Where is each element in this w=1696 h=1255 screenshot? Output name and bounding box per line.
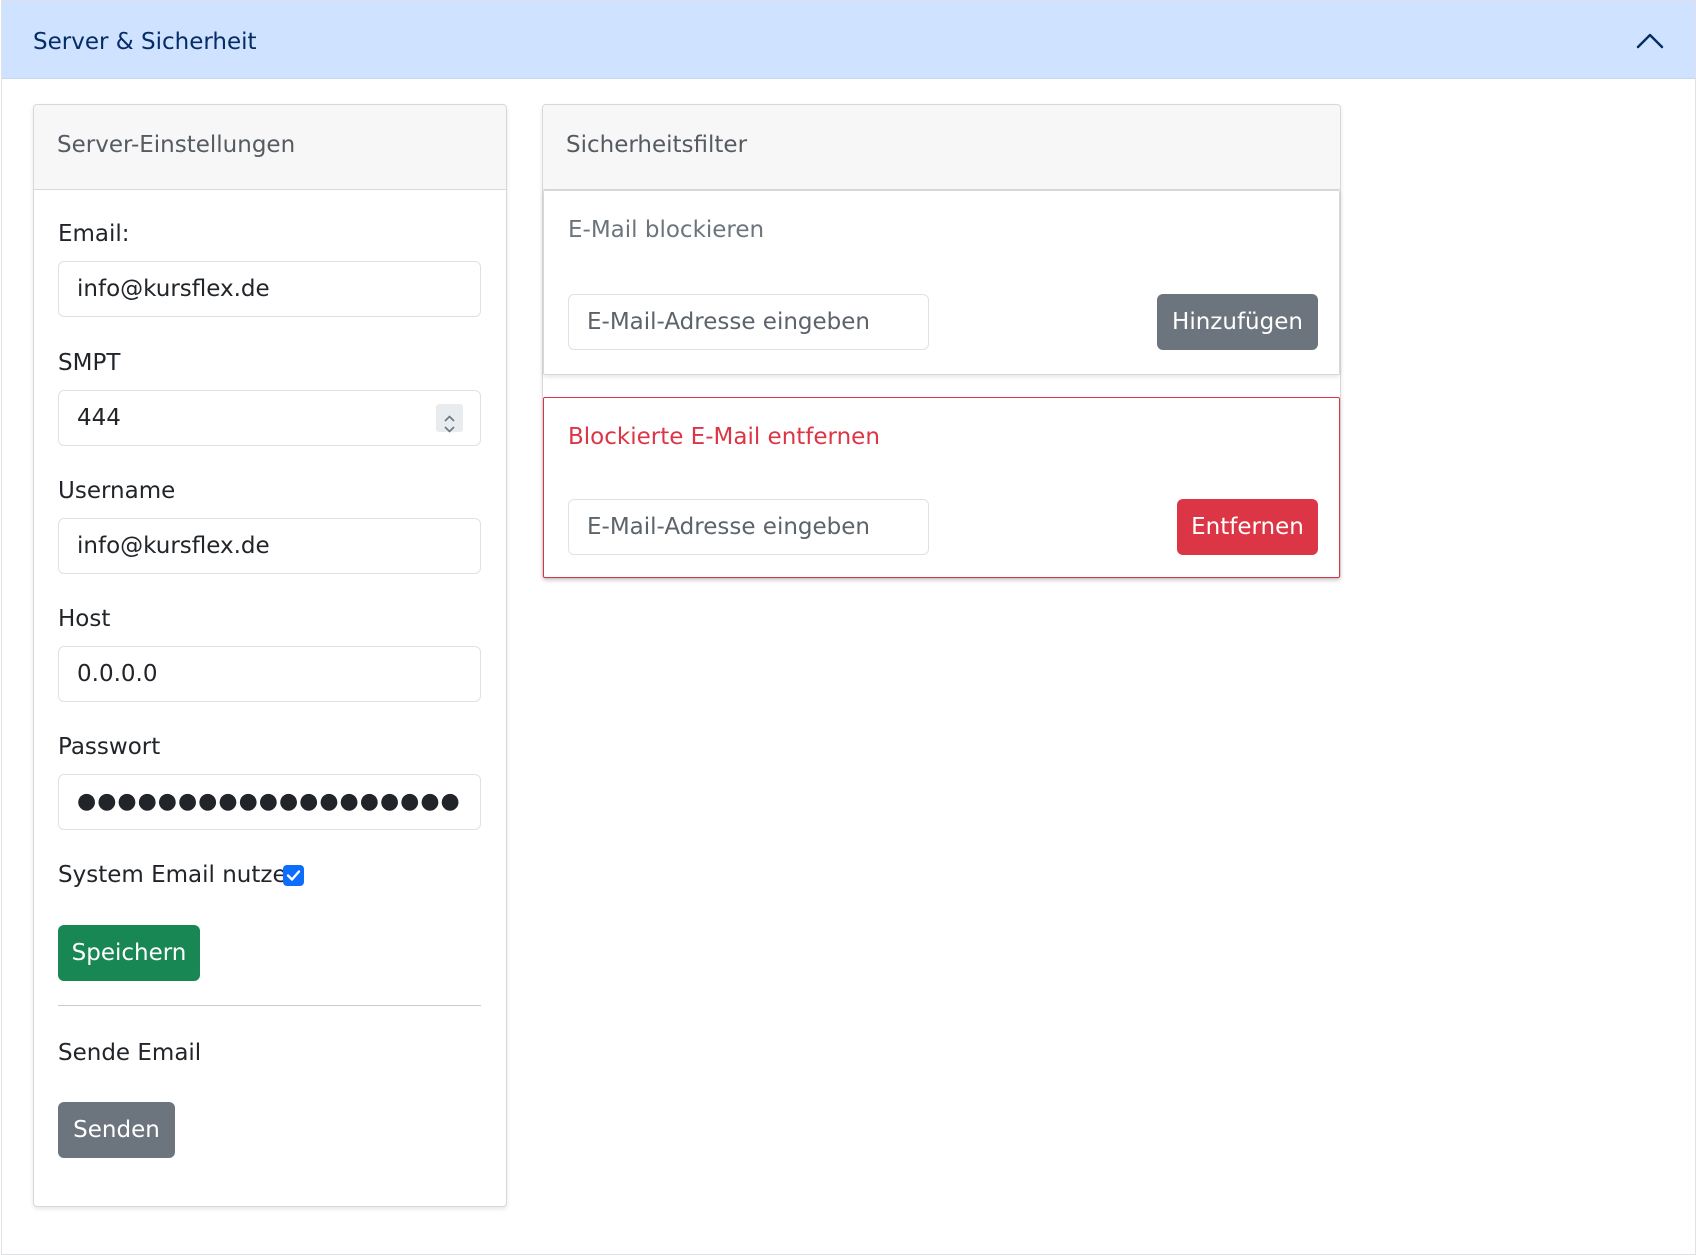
security-filter-title: Sicherheitsfilter	[566, 132, 748, 158]
email-label: Email:	[58, 221, 130, 247]
password-mask: ●●●●●●●●●●●●●●●●●●●●●●●●●●●●●●●●	[77, 789, 462, 814]
chevron-up-icon[interactable]	[1635, 27, 1665, 53]
accordion-header[interactable]: Server & Sicherheit	[2, 1, 1695, 79]
accordion-title: Server & Sicherheit	[33, 29, 257, 55]
block-email-title: E-Mail blockieren	[568, 217, 765, 243]
unblock-email-title: Blockierte E-Mail entfernen	[568, 424, 880, 450]
section-divider	[58, 1005, 481, 1006]
add-button[interactable]: Hinzufügen	[1157, 294, 1318, 350]
send-button[interactable]: Senden	[58, 1102, 175, 1158]
smpt-value: 444	[77, 405, 121, 431]
smpt-number-input[interactable]: 444	[58, 390, 481, 446]
server-security-accordion: Server & Sicherheit Server-Einstellungen…	[1, 0, 1696, 1255]
host-field[interactable]	[58, 646, 481, 702]
system-email-checkbox[interactable]	[283, 865, 304, 886]
host-label: Host	[58, 606, 111, 632]
unblock-email-card: Blockierte E-Mail entfernen Entfernen	[543, 397, 1340, 578]
server-settings-card: Server-Einstellungen Email: SMPT 444 Use…	[33, 104, 507, 1207]
checkmark-icon	[286, 870, 301, 881]
unblock-email-input[interactable]	[568, 499, 929, 555]
password-field[interactable]: ●●●●●●●●●●●●●●●●●●●●●●●●●●●●●●●●	[58, 774, 481, 830]
server-settings-title: Server-Einstellungen	[57, 132, 296, 158]
spinner-arrows-icon	[444, 415, 455, 433]
save-button[interactable]: Speichern	[58, 925, 200, 981]
server-settings-header: Server-Einstellungen	[34, 105, 506, 190]
password-label: Passwort	[58, 734, 161, 760]
username-label: Username	[58, 478, 176, 504]
block-email-card: E-Mail blockieren Hinzufügen	[543, 190, 1340, 375]
system-email-label: System Email nutzen	[58, 862, 302, 888]
number-spinner[interactable]	[436, 404, 463, 433]
security-filter-header: Sicherheitsfilter	[543, 105, 1340, 190]
username-field[interactable]	[58, 518, 481, 574]
send-email-title: Sende Email	[58, 1040, 202, 1066]
smpt-label: SMPT	[58, 350, 121, 376]
security-filter-card: Sicherheitsfilter E-Mail blockieren Hinz…	[542, 104, 1341, 579]
email-field[interactable]	[58, 261, 481, 317]
block-email-input[interactable]	[568, 294, 929, 350]
remove-button[interactable]: Entfernen	[1177, 499, 1318, 555]
